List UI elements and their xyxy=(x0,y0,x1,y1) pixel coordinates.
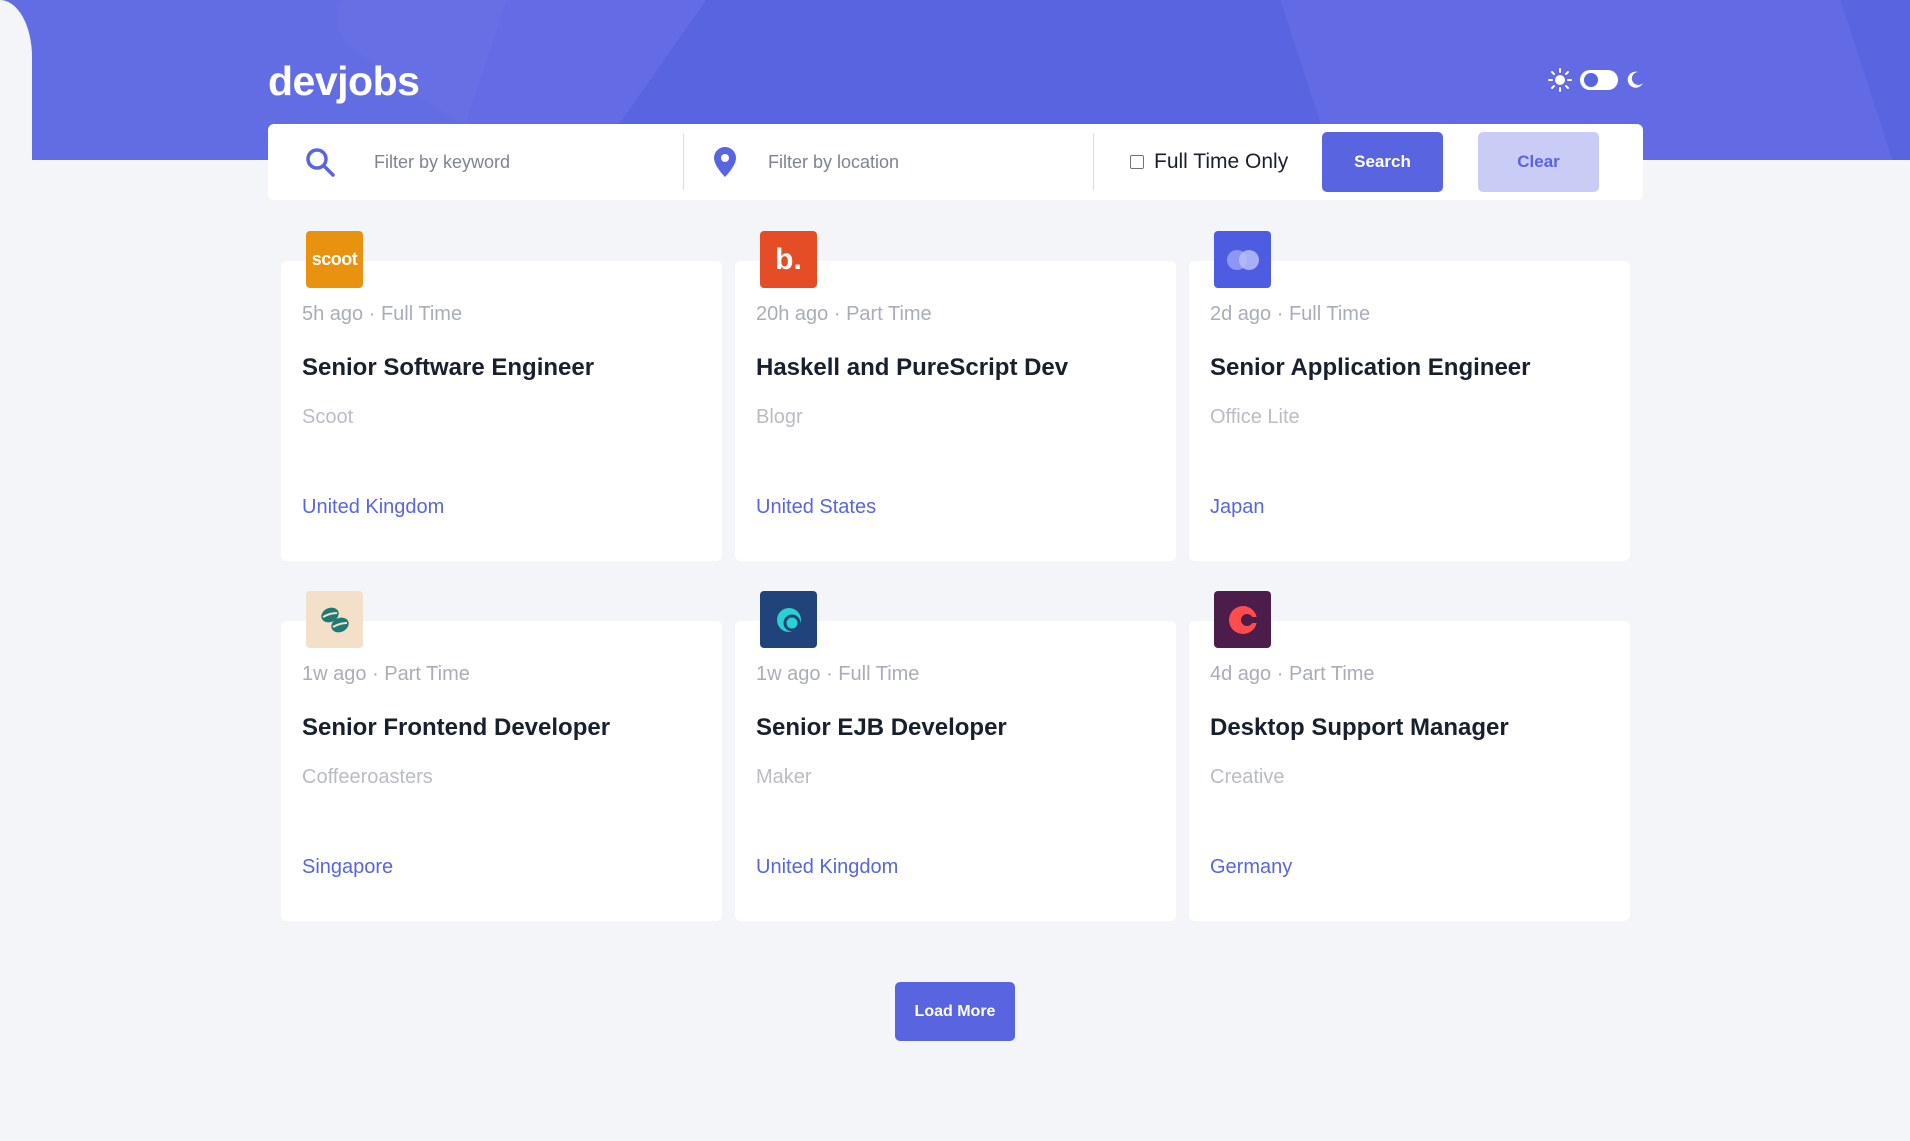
job-company: Scoot xyxy=(302,406,354,428)
job-posted: 1w ago xyxy=(756,663,821,685)
job-contract: Part Time xyxy=(1288,663,1375,685)
job-company: Maker xyxy=(756,766,812,788)
job-posted: 5h ago xyxy=(302,303,364,325)
job-title[interactable]: Desktop Support Manager xyxy=(1210,714,1509,742)
office-lite-logo-icon xyxy=(1226,249,1259,270)
company-logo xyxy=(306,591,363,648)
location-filter xyxy=(683,134,1093,190)
meta-separator: · xyxy=(368,303,376,325)
job-title[interactable]: Senior EJB Developer xyxy=(756,714,1007,742)
job-contract: Part Time xyxy=(384,663,470,685)
job-card[interactable]: 1w ago · Full Time Senior EJB Developer … xyxy=(735,591,1176,921)
job-title[interactable]: Senior Application Engineer xyxy=(1210,354,1530,382)
job-meta: 4d ago · Part Time xyxy=(1210,663,1375,686)
job-meta: 20h ago · Part Time xyxy=(756,303,932,326)
job-card[interactable]: 1w ago · Part Time Senior Frontend Devel… xyxy=(281,591,722,921)
job-meta: 5h ago · Full Time xyxy=(302,303,462,326)
fulltime-label[interactable]: Full Time Only xyxy=(1154,150,1288,174)
load-more-button[interactable]: Load More xyxy=(895,982,1015,1041)
job-card[interactable]: 2d ago · Full Time Senior Application En… xyxy=(1189,231,1630,561)
job-meta: 1w ago · Part Time xyxy=(302,663,470,686)
job-posted: 2d ago xyxy=(1210,303,1272,325)
job-card[interactable]: b. 20h ago · Part Time Haskell and PureS… xyxy=(735,231,1176,561)
company-logo: b. xyxy=(760,231,817,288)
company-logo-text: scoot xyxy=(311,249,358,269)
job-location: Germany xyxy=(1210,856,1293,878)
creative-logo-icon xyxy=(1228,605,1260,634)
theme-switch-knob xyxy=(1584,73,1598,87)
location-input[interactable] xyxy=(766,150,1046,174)
job-contract: Part Time xyxy=(846,303,932,325)
location-pin-icon xyxy=(714,147,736,177)
job-location: Singapore xyxy=(302,856,394,878)
job-contract: Full Time xyxy=(1288,303,1371,325)
coffee-bean-logo-icon xyxy=(320,607,349,632)
job-contract: Full Time xyxy=(838,663,920,685)
job-company: Creative xyxy=(1210,766,1285,788)
meta-separator: · xyxy=(1276,303,1284,325)
job-company: Blogr xyxy=(756,406,803,428)
job-posted: 1w ago xyxy=(302,663,367,685)
job-location: Japan xyxy=(1210,496,1265,518)
maker-logo-icon xyxy=(776,607,801,632)
job-location: United States xyxy=(756,496,877,518)
job-title[interactable]: Senior Software Engineer xyxy=(302,354,594,382)
theme-switch[interactable] xyxy=(1580,70,1618,90)
clear-button[interactable]: Clear xyxy=(1478,132,1599,192)
app-logo[interactable]: devjobs xyxy=(268,58,420,105)
meta-separator: · xyxy=(372,663,379,685)
keyword-input[interactable] xyxy=(372,150,652,174)
sun-icon xyxy=(1548,68,1572,92)
job-card[interactable]: 4d ago · Part Time Desktop Support Manag… xyxy=(1189,591,1630,921)
job-company: Office Lite xyxy=(1210,406,1300,428)
job-meta: 1w ago · Full Time xyxy=(756,663,919,686)
search-button[interactable]: Search xyxy=(1322,132,1443,192)
search-icon xyxy=(306,148,335,177)
theme-toggle[interactable] xyxy=(1548,68,1644,92)
job-card[interactable]: scoot 5h ago · Full Time Senior Software… xyxy=(281,231,722,561)
company-logo xyxy=(760,591,817,648)
company-logo xyxy=(1214,591,1271,648)
meta-separator: · xyxy=(826,663,833,685)
moon-icon xyxy=(1627,71,1643,88)
job-contract: Full Time xyxy=(380,303,463,325)
meta-separator: · xyxy=(833,303,841,325)
job-title[interactable]: Senior Frontend Developer xyxy=(302,714,610,742)
company-logo xyxy=(1214,231,1271,288)
job-meta: 2d ago · Full Time xyxy=(1210,303,1370,326)
job-posted: 4d ago xyxy=(1210,663,1272,685)
job-title[interactable]: Haskell and PureScript Dev xyxy=(756,354,1068,382)
company-logo-text: b. xyxy=(775,242,802,276)
job-company: Coffeeroasters xyxy=(302,766,433,788)
job-posted: 20h ago xyxy=(756,303,829,325)
job-location: United Kingdom xyxy=(756,856,899,878)
fulltime-checkbox[interactable] xyxy=(1130,155,1144,169)
keyword-filter xyxy=(268,124,683,200)
meta-separator: · xyxy=(1276,663,1284,685)
company-logo: scoot xyxy=(306,231,363,288)
job-location: United Kingdom xyxy=(302,496,445,518)
